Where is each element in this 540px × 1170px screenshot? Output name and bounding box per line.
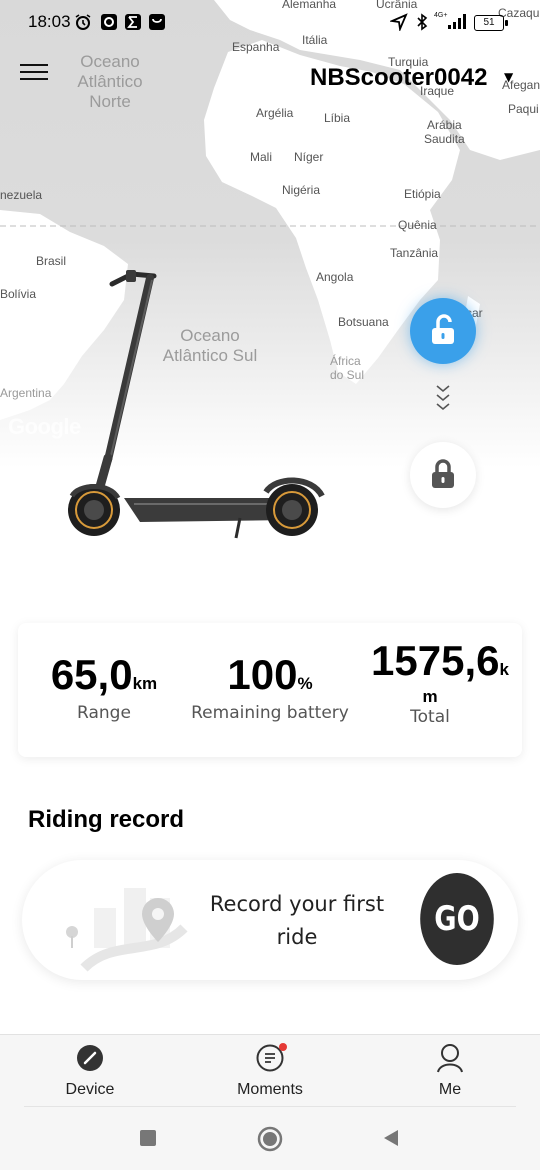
- battery-unit: %: [297, 674, 313, 693]
- total-stat: 1575,6k m Total: [360, 637, 520, 727]
- map-country-label: Argentina: [0, 386, 52, 400]
- unlock-button[interactable]: [410, 298, 476, 364]
- map-country-label: Tanzânia: [390, 246, 439, 260]
- map-country-label: Etiópia: [404, 187, 441, 201]
- unlock-icon: [432, 314, 454, 344]
- alarm-icon: [75, 14, 91, 30]
- nav-label-device: Device: [65, 1081, 115, 1098]
- battery-indicator: 51: [474, 15, 508, 31]
- map-country-label: Bolívia: [0, 287, 37, 301]
- map-country-label: Argélia: [256, 106, 294, 120]
- nav-item-moments[interactable]: Moments: [210, 1035, 330, 1107]
- system-navigation-bar: [0, 1106, 540, 1170]
- device-name[interactable]: NBScooter0042: [310, 64, 487, 92]
- map-country-label: Quênia: [398, 218, 437, 232]
- record-prompt: Record your first ride: [209, 892, 385, 949]
- chevrons-down-icon: [436, 385, 450, 411]
- profile-icon: [437, 1044, 463, 1073]
- shop-notification-icon: [149, 14, 165, 30]
- total-label: Total: [410, 707, 450, 727]
- app-notification-icon: [101, 14, 117, 30]
- lock-icon: [432, 459, 454, 488]
- map-country-label: Mali: [250, 150, 273, 164]
- range-stat: 65,0km Range: [24, 651, 184, 723]
- sigma-notification-icon: [125, 14, 141, 30]
- nav-item-device[interactable]: Device: [30, 1035, 150, 1107]
- total-unit: k: [499, 660, 509, 679]
- map-country-label: Botsuana: [338, 315, 389, 329]
- riding-record-title: Riding record: [28, 806, 185, 833]
- nav-label-me: Me: [438, 1081, 462, 1098]
- map-country-label: Níger: [294, 150, 324, 164]
- home-icon[interactable]: [256, 1125, 284, 1153]
- range-value: 65,0: [50, 651, 133, 698]
- nav-label-moments: Moments: [237, 1081, 303, 1098]
- map-country-label: Nigéria: [282, 183, 321, 197]
- map-country-label: nezuela: [0, 188, 43, 202]
- moments-icon: [256, 1043, 287, 1072]
- record-card[interactable]: Record your first ride GO: [22, 860, 518, 980]
- stats-card: 65,0km Range 100% Remaining battery 1575…: [18, 623, 522, 757]
- bluetooth-icon: [417, 13, 428, 31]
- status-time: 18:03: [28, 12, 71, 31]
- lock-button[interactable]: [410, 442, 476, 508]
- location-icon: [390, 13, 408, 31]
- range-unit: km: [132, 674, 158, 693]
- back-icon[interactable]: [380, 1128, 400, 1148]
- battery-value: 100: [227, 651, 298, 698]
- range-label: Range: [77, 703, 131, 723]
- map-pin-illustration: [66, 888, 188, 972]
- map-country-label: Arábia Saudita: [424, 118, 465, 146]
- ocean-label: Oceano Atlântico Norte: [77, 52, 143, 111]
- map-country-label: Paqui: [508, 102, 539, 116]
- map-country-label: Líbia: [324, 111, 351, 125]
- caret-down-icon[interactable]: ▼: [504, 70, 513, 84]
- status-bar: 18:03 4G+ 51: [0, 0, 540, 44]
- scooter-image: [68, 270, 325, 539]
- hamburger-menu-icon[interactable]: [20, 60, 48, 84]
- recents-icon[interactable]: [138, 1128, 158, 1148]
- device-icon: [77, 1045, 103, 1071]
- bottom-navigation: Device Moments Me: [0, 1034, 540, 1107]
- total-unit-suffix: m: [422, 687, 438, 706]
- signal-icon: [448, 14, 466, 29]
- go-button[interactable]: GO: [420, 873, 494, 965]
- battery-stat: 100% Remaining battery: [184, 651, 356, 723]
- battery-label: Remaining battery: [191, 703, 349, 723]
- nav-item-me[interactable]: Me: [390, 1035, 510, 1107]
- total-value: 1575,6: [371, 637, 500, 684]
